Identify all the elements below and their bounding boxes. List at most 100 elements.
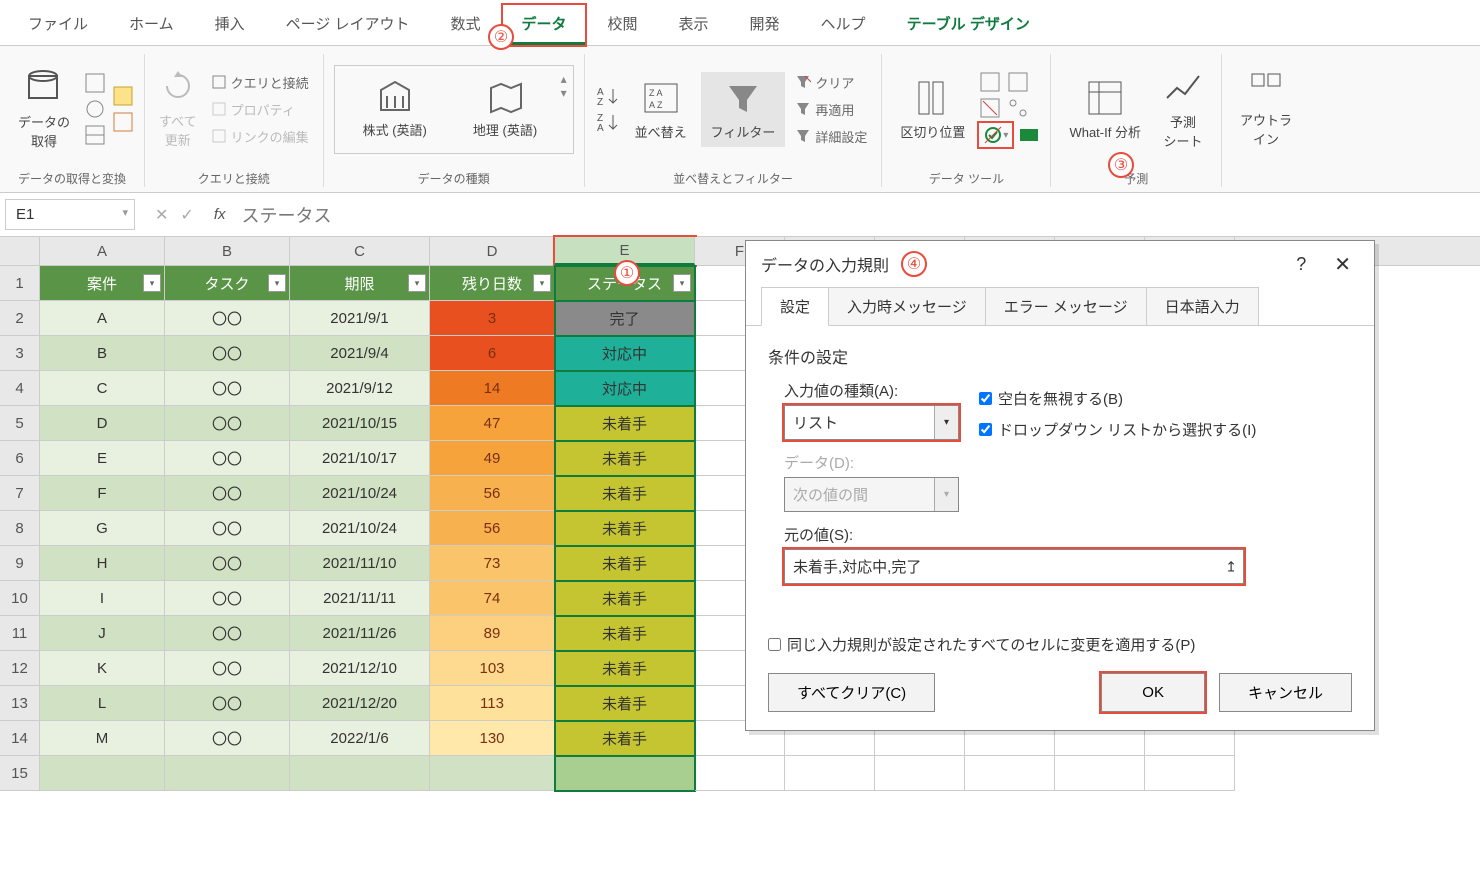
cell-blank[interactable] (40, 756, 165, 791)
table-cell[interactable]: 〇〇 (165, 651, 290, 686)
row-header-12[interactable]: 12 (0, 651, 40, 686)
from-text-icon[interactable] (84, 72, 106, 94)
dialog-tab-0[interactable]: 設定 (761, 287, 829, 326)
existing-conn-icon[interactable] (112, 111, 134, 133)
table-cell[interactable]: 〇〇 (165, 511, 290, 546)
row-header-3[interactable]: 3 (0, 336, 40, 371)
table-cell[interactable]: 〇〇 (165, 581, 290, 616)
ribbon-tab-6[interactable]: 校閲 (590, 5, 656, 45)
source-input[interactable]: 未着手,対応中,完了 ↥ (784, 549, 1244, 584)
table-cell[interactable]: 130 (430, 721, 555, 756)
table-cell[interactable]: 89 (430, 616, 555, 651)
outline-button[interactable]: アウトラ イン (1232, 66, 1300, 152)
table-cell[interactable]: 〇〇 (165, 721, 290, 756)
row-header-5[interactable]: 5 (0, 406, 40, 441)
fx-icon[interactable]: fx (214, 206, 226, 223)
allow-select[interactable]: リスト ▾ (784, 405, 959, 440)
table-cell[interactable]: G (40, 511, 165, 546)
advanced-filter-button[interactable]: 詳細設定 (791, 125, 871, 148)
table-cell[interactable]: L (40, 686, 165, 721)
table-cell[interactable]: I (40, 581, 165, 616)
cell-blank[interactable] (875, 756, 965, 791)
manage-data-model-icon[interactable] (1018, 123, 1040, 145)
enter-formula-icon[interactable]: ✓ (180, 205, 193, 225)
in-cell-dropdown-checkbox[interactable]: ドロップダウン リストから選択する(I) (979, 419, 1256, 440)
column-header-A[interactable]: A (40, 237, 165, 265)
sort-button[interactable]: Z AA Z 並べ替え (627, 74, 695, 145)
table-cell[interactable]: 47 (430, 406, 555, 441)
table-cell[interactable]: 〇〇 (165, 371, 290, 406)
formula-input[interactable] (235, 198, 1475, 231)
table-cell[interactable]: 未着手 (555, 476, 695, 511)
table-cell[interactable]: 未着手 (555, 651, 695, 686)
get-data-button[interactable]: データの 取得 (10, 64, 78, 154)
row-header-2[interactable]: 2 (0, 301, 40, 336)
flash-fill-icon[interactable] (979, 71, 1001, 93)
table-cell[interactable]: A (40, 301, 165, 336)
table-header-2[interactable]: 期限▾ (290, 266, 430, 301)
range-picker-icon[interactable]: ↥ (1225, 558, 1237, 575)
clear-filter-button[interactable]: クリア (791, 71, 858, 94)
stocks-button[interactable]: 株式 (英語) (355, 76, 435, 143)
apply-all-checkbox[interactable]: 同じ入力規則が設定されたすべてのセルに変更を適用する(P) (768, 634, 1352, 655)
sort-desc-icon[interactable]: ZA (595, 111, 621, 133)
table-cell[interactable]: 49 (430, 441, 555, 476)
table-cell[interactable]: 56 (430, 511, 555, 546)
clear-all-button[interactable]: すべてクリア(C) (768, 673, 935, 712)
data-validation-button[interactable]: ▾ (979, 123, 1012, 147)
row-header-15[interactable]: 15 (0, 756, 40, 791)
table-cell[interactable]: 2021/12/10 (290, 651, 430, 686)
table-cell[interactable]: 〇〇 (165, 406, 290, 441)
table-cell[interactable]: 未着手 (555, 511, 695, 546)
table-cell[interactable]: J (40, 616, 165, 651)
row-header-11[interactable]: 11 (0, 616, 40, 651)
table-cell[interactable]: 未着手 (555, 546, 695, 581)
remove-dup-icon[interactable] (979, 97, 1001, 119)
sort-asc-icon[interactable]: AZ (595, 85, 621, 107)
name-box[interactable]: E1 (5, 199, 135, 230)
ribbon-tab-2[interactable]: 挿入 (197, 5, 263, 45)
cell-blank[interactable] (430, 756, 555, 791)
table-header-0[interactable]: 案件▾ (40, 266, 165, 301)
table-cell[interactable]: 未着手 (555, 616, 695, 651)
table-cell[interactable]: 〇〇 (165, 301, 290, 336)
table-cell[interactable]: 2022/1/6 (290, 721, 430, 756)
forecast-sheet-button[interactable]: 予測 シート (1155, 64, 1211, 154)
column-header-D[interactable]: D (430, 237, 555, 265)
table-cell[interactable]: 3 (430, 301, 555, 336)
cell-blank[interactable] (1055, 756, 1145, 791)
column-header-B[interactable]: B (165, 237, 290, 265)
filter-dropdown-icon[interactable]: ▾ (533, 274, 551, 292)
ignore-blank-checkbox[interactable]: 空白を無視する(B) (979, 388, 1123, 409)
text-to-columns-button[interactable]: 区切り位置 (892, 74, 973, 145)
row-header-1[interactable]: 1 (0, 266, 40, 301)
cell-blank[interactable] (555, 756, 695, 791)
cell-blank[interactable] (165, 756, 290, 791)
dialog-tab-2[interactable]: エラー メッセージ (985, 287, 1147, 326)
cancel-button[interactable]: キャンセル (1219, 673, 1352, 712)
ribbon-tab-9[interactable]: ヘルプ (803, 5, 884, 45)
table-cell[interactable]: 103 (430, 651, 555, 686)
table-cell[interactable]: 未着手 (555, 721, 695, 756)
table-cell[interactable]: 2021/10/24 (290, 476, 430, 511)
ribbon-tab-10[interactable]: テーブル デザイン (889, 5, 1048, 45)
dialog-help-button[interactable]: ? (1296, 254, 1306, 275)
table-cell[interactable]: 〇〇 (165, 441, 290, 476)
from-table-icon[interactable] (84, 124, 106, 146)
table-cell[interactable]: 2021/9/1 (290, 301, 430, 336)
table-header-1[interactable]: タスク▾ (165, 266, 290, 301)
table-cell[interactable]: F (40, 476, 165, 511)
ribbon-tab-7[interactable]: 表示 (661, 5, 727, 45)
recent-sources-icon[interactable] (112, 85, 134, 107)
table-cell[interactable]: 未着手 (555, 441, 695, 476)
table-cell[interactable]: 対応中 (555, 336, 695, 371)
table-cell[interactable]: 対応中 (555, 371, 695, 406)
filter-dropdown-icon[interactable]: ▾ (673, 274, 691, 292)
cell-blank[interactable] (695, 756, 785, 791)
table-cell[interactable]: 〇〇 (165, 686, 290, 721)
table-cell[interactable]: 6 (430, 336, 555, 371)
filter-dropdown-icon[interactable]: ▾ (143, 274, 161, 292)
ribbon-tab-5[interactable]: データ (503, 5, 584, 45)
ribbon-tab-8[interactable]: 開発 (732, 5, 798, 45)
cell-blank[interactable] (965, 756, 1055, 791)
